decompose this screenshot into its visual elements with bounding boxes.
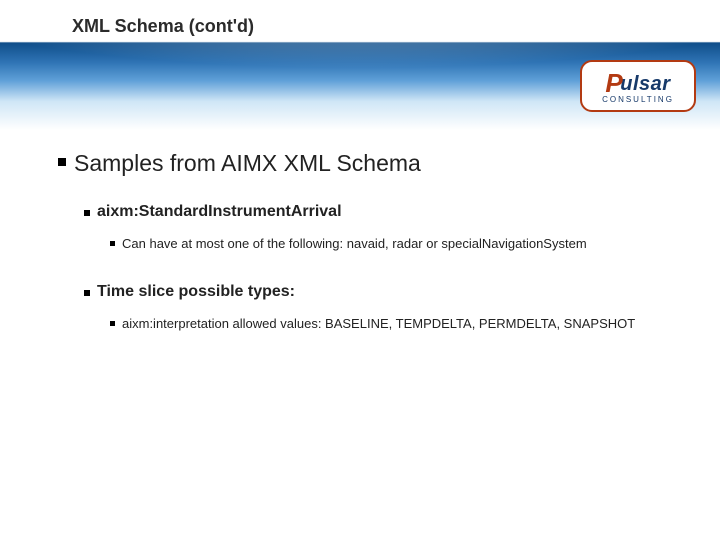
logo: Pulsar CONSULTING [580,60,696,112]
section-heading: Time slice possible types: [84,283,680,301]
section-label: Time slice possible types: [97,283,295,301]
bullet-icon [58,158,66,166]
section-item: aixm:interpretation allowed values: BASE… [110,315,680,333]
slide-title: XML Schema (cont'd) [72,16,254,37]
bullet-icon [84,290,90,296]
logo-swoosh: P [605,70,623,96]
bullet-icon [84,210,90,216]
bullet-icon [110,321,115,326]
heading-bullet: Samples from AIMX XML Schema [58,150,680,177]
section-item-text: aixm:interpretation allowed values: BASE… [122,315,635,333]
logo-brand-text: ulsar [620,73,670,95]
bullet-icon [110,241,115,246]
heading-text: Samples from AIMX XML Schema [74,150,421,177]
section-heading: aixm:StandardInstrumentArrival [84,203,680,221]
logo-brand: Pulsar [605,68,670,94]
section-label: aixm:StandardInstrumentArrival [97,203,342,221]
slide: XML Schema (cont'd) Pulsar CONSULTING Sa… [0,0,720,540]
section-item: Can have at most one of the following: n… [110,235,680,253]
section-item-text: Can have at most one of the following: n… [122,235,587,253]
content: Samples from AIMX XML Schema aixm:Standa… [58,150,680,362]
